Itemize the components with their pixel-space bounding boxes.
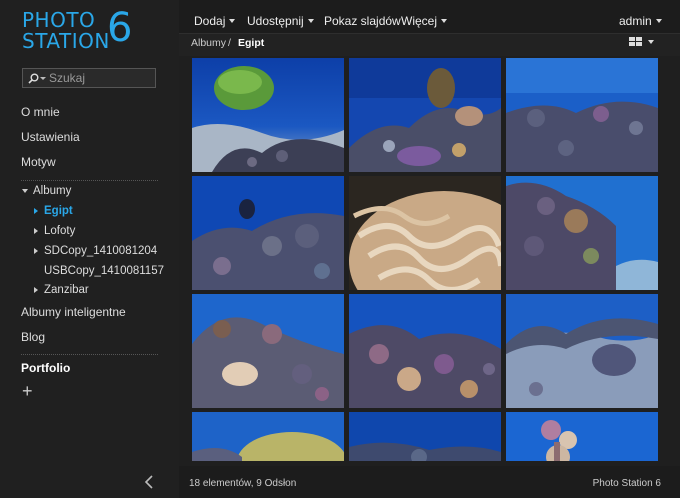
slideshow-label: Pokaz slajdów [324, 14, 401, 28]
album-label: Lofoty [44, 225, 76, 237]
album-label: Zanzibar [44, 284, 89, 296]
photo-thumbnail[interactable] [192, 412, 344, 461]
search-icon [28, 73, 39, 84]
photo-thumbnail[interactable] [349, 176, 501, 290]
chevron-down-icon[interactable] [40, 76, 46, 80]
album-item-sdcopy[interactable]: SDCopy_1410081204 [34, 245, 157, 257]
user-name: admin [619, 14, 652, 28]
album-item-usbcopy[interactable]: USBCopy_1410081157 [44, 265, 164, 277]
photo-grid [192, 58, 658, 461]
photo-thumbnail[interactable] [349, 58, 501, 172]
photo-thumbnail[interactable] [349, 412, 501, 461]
search-input[interactable] [49, 71, 149, 85]
portfolio-heading[interactable]: Portfolio [21, 361, 70, 375]
divider [21, 354, 158, 355]
breadcrumb-current: Egipt [238, 37, 265, 49]
sidebar-item-settings[interactable]: Ustawienia [21, 130, 80, 144]
view-mode-button[interactable] [629, 37, 654, 46]
photo-thumbnail[interactable] [506, 294, 658, 408]
sidebar-item-smart-albums[interactable]: Albumy inteligentne [21, 305, 126, 319]
status-bar: 18 elementów, 9 Odsłon Photo Station 6 [179, 466, 680, 498]
logo-text: PHOTO STATION [22, 10, 110, 51]
photo-thumbnail[interactable] [506, 176, 658, 290]
breadcrumb-root[interactable]: Albumy [191, 37, 226, 49]
album-item-egipt[interactable]: Egipt [34, 205, 73, 217]
caret-down-icon[interactable] [22, 189, 28, 193]
photo-thumbnail[interactable] [349, 294, 501, 408]
photo-thumbnail[interactable] [192, 58, 344, 172]
toolbar: Dodaj Udostępnij Pokaz slajdów Więcej ad… [179, 0, 680, 34]
sidebar: PHOTO STATION 6 O mnie Ustawienia Motyw … [0, 0, 179, 498]
add-menu-button[interactable]: Dodaj [194, 14, 236, 28]
chevron-down-icon [229, 19, 236, 23]
more-menu-label: Więcej [401, 14, 438, 28]
sidebar-item-blog[interactable]: Blog [21, 330, 45, 344]
more-menu-button[interactable]: Więcej [401, 14, 448, 28]
chevron-down-icon [648, 39, 654, 44]
share-menu-label: Udostępnij [247, 14, 304, 28]
logo-version: 6 [107, 5, 133, 51]
album-item-zanzibar[interactable]: Zanzibar [34, 284, 89, 296]
logo[interactable]: PHOTO STATION 6 [22, 6, 142, 52]
album-label: SDCopy_1410081204 [44, 245, 158, 257]
photo-thumbnail[interactable] [192, 294, 344, 408]
brand-label: Photo Station 6 [592, 478, 661, 489]
album-item-lofoty[interactable]: Lofoty [34, 225, 75, 237]
breadcrumb-separator: / [228, 37, 231, 49]
chevron-down-icon [307, 19, 314, 23]
breadcrumb: Albumy / Egipt [179, 34, 680, 56]
caret-right-icon[interactable] [34, 248, 38, 254]
albums-label: Albumy [33, 185, 72, 197]
album-label: Egipt [44, 205, 73, 217]
sidebar-item-theme[interactable]: Motyw [21, 155, 56, 169]
caret-right-icon[interactable] [34, 208, 38, 214]
item-count: 18 elementów, 9 Odsłon [189, 478, 297, 489]
logo-line2: STATION [22, 29, 110, 53]
photo-thumbnail[interactable] [506, 58, 658, 172]
sidebar-item-albums[interactable]: Albumy [22, 185, 71, 197]
photo-thumbnail[interactable] [506, 412, 658, 461]
divider [21, 180, 158, 181]
photo-thumbnail[interactable] [192, 176, 344, 290]
add-portfolio-button[interactable]: + [22, 382, 33, 400]
caret-right-icon[interactable] [34, 287, 38, 293]
sidebar-item-about[interactable]: O mnie [21, 105, 60, 119]
add-menu-label: Dodaj [194, 14, 226, 28]
album-label: USBCopy_1410081157 [44, 265, 164, 277]
search-box[interactable] [22, 68, 156, 88]
slideshow-button[interactable]: Pokaz slajdów [324, 14, 401, 28]
chevron-down-icon [655, 19, 662, 23]
user-menu-button[interactable]: admin [619, 14, 662, 28]
chevron-down-icon [441, 19, 448, 23]
share-menu-button[interactable]: Udostępnij [247, 14, 314, 28]
caret-right-icon[interactable] [34, 228, 38, 234]
collapse-sidebar-icon[interactable] [144, 474, 154, 490]
grid-view-icon [629, 37, 642, 46]
